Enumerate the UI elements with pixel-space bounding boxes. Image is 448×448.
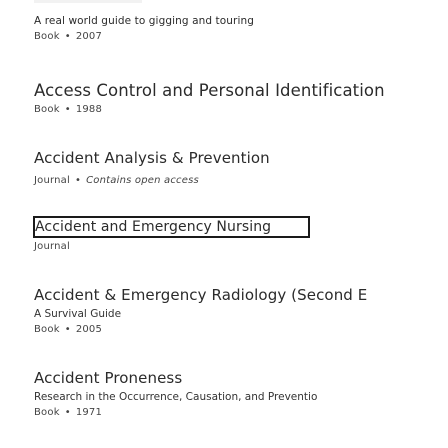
result-meta: Book • 1988 [34,102,448,118]
separator: • [64,324,71,335]
result-year: 1971 [75,407,103,418]
open-access-label: Contains open access [86,175,199,186]
result-title-link[interactable]: Accident Analysis & Prevention [34,148,448,168]
list-item: Accident Proneness Research in the Occur… [34,368,448,421]
list-item: Accident & Emergency Radiology (Second E… [34,285,448,338]
divider [34,0,142,3]
result-title-link[interactable]: Accident & Emergency Radiology (Second E [34,285,448,305]
result-type: Book [34,324,60,335]
separator: • [64,407,71,418]
result-meta: Book • 1971 [34,405,448,421]
result-year: 2005 [75,324,103,335]
result-type: Journal [34,241,70,252]
result-subtitle: Research in the Occurrence, Causation, a… [34,391,318,403]
result-type: Book [34,407,60,418]
result-title-link[interactable]: Accident Proneness [34,368,448,388]
result-year: 2007 [75,31,103,42]
result-subtitle: A Survival Guide [34,308,122,320]
result-meta: Journal • Contains open access [34,173,448,189]
list-item: A real world guide to gigging and tourin… [34,13,448,45]
result-meta: Book • 2005 [34,322,448,338]
result-year: 1988 [75,104,103,115]
result-type: Book [34,31,60,42]
list-item: Access Control and Personal Identificati… [34,80,448,118]
list-item: Accident and Emergency Nursing Journal [33,216,448,255]
result-type: Journal [34,175,70,186]
separator: • [64,104,71,115]
result-type: Book [34,104,60,115]
separator: • [64,31,71,42]
result-title-link[interactable]: A real world guide to gigging and tourin… [34,13,448,29]
result-title-link[interactable]: Access Control and Personal Identificati… [34,80,448,102]
result-meta: Book • 2007 [34,29,448,45]
result-title-link[interactable]: Accident and Emergency Nursing [33,216,310,238]
separator: • [75,175,82,186]
result-meta: Journal [34,239,448,255]
list-item: Accident Analysis & Prevention Journal • C… [34,148,448,189]
